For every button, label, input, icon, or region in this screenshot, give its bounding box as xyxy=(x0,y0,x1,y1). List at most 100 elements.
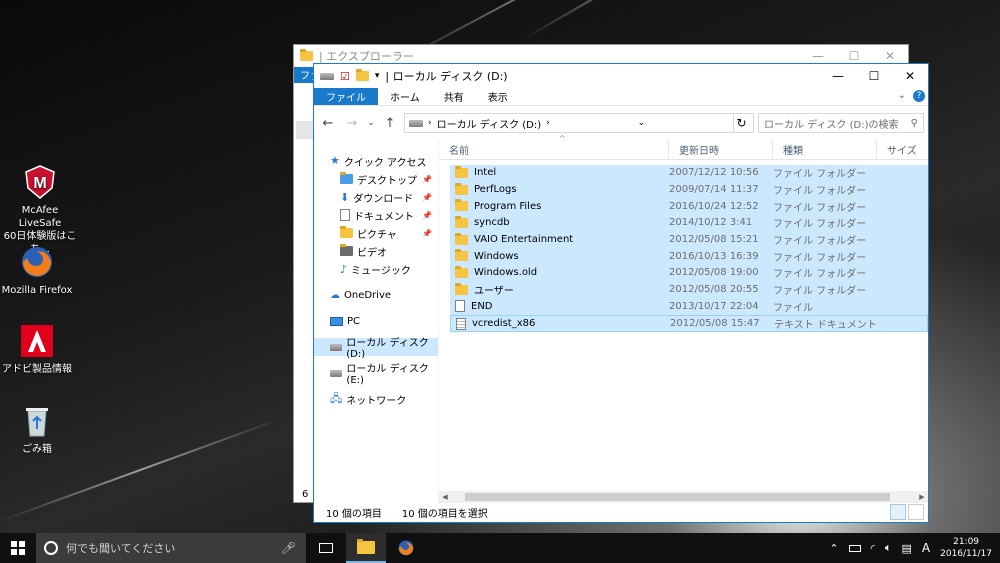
desktop-icon-firefox[interactable]: Mozilla Firefox xyxy=(0,244,77,297)
table-row[interactable]: VAIO Entertainment 2012/05/08 15:21 ファイル フ… xyxy=(450,231,928,249)
table-row[interactable]: vcredist_x86 2012/05/08 15:47 テキスト ドキュメント xyxy=(450,315,928,332)
file-name-cell: syncdb xyxy=(439,215,669,229)
folder-icon xyxy=(455,282,468,295)
search-icon: ⚲ xyxy=(910,117,918,129)
breadcrumb-chevron-icon[interactable]: › xyxy=(428,118,432,128)
minimize-button[interactable]: — xyxy=(820,64,856,88)
sidebar-item-network[interactable]: 🖧 ネットワーク xyxy=(314,390,438,408)
desktop-icon-label: Mozilla Firefox xyxy=(1,285,73,296)
search-input[interactable]: ローカル ディスク (D:)の検索 ⚲ xyxy=(758,113,924,133)
sidebar-item-onedrive[interactable]: ☁ OneDrive xyxy=(314,286,438,304)
status-bar: 10 個の項目 10 個の項目を選択 xyxy=(314,503,928,522)
file-type: テキスト ドキュメント xyxy=(774,320,877,332)
chevron-up-icon[interactable]: ⌃ xyxy=(829,542,838,555)
column-header-size[interactable]: サイズ xyxy=(877,140,928,159)
sidebar-item-quick-access[interactable]: ★ クイック アクセス xyxy=(314,152,438,170)
table-row[interactable]: Windows.old 2012/05/08 19:00 ファイル フォルダー xyxy=(450,265,928,282)
new-folder-icon[interactable] xyxy=(355,69,369,81)
item-count: 10 個の項目 xyxy=(326,509,382,520)
sidebar-item-music[interactable]: ♪ ミュージック xyxy=(314,260,438,278)
battery-icon[interactable] xyxy=(848,544,861,552)
tab-home[interactable]: ホーム xyxy=(378,88,432,105)
column-header-type[interactable]: 種類 xyxy=(773,140,877,159)
pin-icon: 📌 xyxy=(422,174,432,184)
refresh-icon[interactable]: ↻ xyxy=(732,113,749,133)
address-dropdown-icon[interactable]: ⌄ xyxy=(638,118,646,128)
desktop-icon-mcafee[interactable]: M McAfee LiveSafe 60日体験版はこち... xyxy=(0,164,80,256)
ime-indicator[interactable]: A xyxy=(922,541,930,555)
table-row[interactable]: Windows 2016/10/13 16:39 ファイル フォルダー xyxy=(450,248,928,266)
taskbar-firefox-button[interactable] xyxy=(386,533,426,563)
tab-file[interactable]: ファイル xyxy=(314,88,378,105)
file-name-cell: END xyxy=(439,300,669,313)
folder-icon xyxy=(455,232,468,245)
microphone-icon[interactable]: 🎤︎ xyxy=(281,541,296,555)
sidebar-item-pc[interactable]: PC xyxy=(314,312,438,330)
folder-icon xyxy=(455,249,468,262)
mcafee-icon: M xyxy=(22,164,58,200)
sidebar-item-videos[interactable]: ビデオ xyxy=(314,242,438,260)
forward-button[interactable]: → xyxy=(342,113,362,133)
column-header-date[interactable]: 更新日時 xyxy=(669,140,773,159)
sidebar-item-label: ミュージック xyxy=(351,265,411,277)
help-icon[interactable]: ? xyxy=(913,90,925,102)
file-name: syncdb xyxy=(474,217,510,229)
firefox-icon xyxy=(398,540,414,556)
expand-ribbon-icon[interactable]: ⌄ xyxy=(898,90,906,101)
quick-access-dropdown-icon[interactable]: ▾ xyxy=(375,71,380,81)
table-row[interactable]: PerfLogs 2009/07/14 11:37 ファイル フォルダー xyxy=(450,181,928,199)
maximize-button[interactable]: ☐ xyxy=(856,64,892,88)
column-header-name[interactable]: 名前 xyxy=(439,140,669,159)
table-row[interactable]: syncdb 2014/10/12 3:41 ファイル フォルダー xyxy=(450,215,928,232)
scrollbar-thumb[interactable] xyxy=(465,493,890,501)
folder-icon xyxy=(455,199,468,212)
table-row[interactable]: ユーザー 2012/05/08 20:55 ファイル フォルダー xyxy=(450,281,928,299)
sidebar-item-drive-d[interactable]: ローカル ディスク (D:) xyxy=(314,338,438,360)
large-icons-view-button[interactable] xyxy=(908,504,924,520)
desktop-icon-adobe[interactable]: アドビ製品情報 xyxy=(0,323,77,376)
taskbar-explorer-button[interactable] xyxy=(346,533,386,563)
clock[interactable]: 21:09 2016/11/17 xyxy=(940,536,992,560)
sidebar-item-label: OneDrive xyxy=(344,289,392,301)
close-button[interactable]: ✕ xyxy=(892,64,928,88)
cortana-search-box[interactable]: 何でも聞いてください 🎤︎ xyxy=(36,533,306,563)
sidebar-item-documents[interactable]: ドキュメント 📌 xyxy=(314,206,438,224)
table-row[interactable]: END 2013/10/17 22:04 ファイル xyxy=(450,298,928,316)
properties-icon[interactable]: ☑ xyxy=(340,70,350,83)
desktop-icon-recycle-bin[interactable]: ごみ箱 xyxy=(0,403,77,456)
volume-icon[interactable]: 🔈︎ xyxy=(885,541,892,555)
desktop-folder-icon xyxy=(340,172,353,184)
start-button[interactable] xyxy=(0,533,36,563)
folder-icon xyxy=(455,215,468,228)
explorer-window[interactable]: ☑ ▾ | ローカル ディスク (D:) — ☐ ✕ ファイル ホーム 共有 表… xyxy=(313,63,929,523)
table-row[interactable]: Program Files 2016/10/24 12:52 ファイル フォルダー xyxy=(450,198,928,216)
up-button[interactable]: ↑ xyxy=(380,113,400,133)
horizontal-scrollbar[interactable]: ◀ ▶ xyxy=(439,491,928,503)
music-icon: ♪ xyxy=(340,262,348,276)
ribbon-tab-file[interactable]: ファ xyxy=(294,67,314,83)
pin-icon: 📌 xyxy=(422,228,432,238)
scroll-left-icon[interactable]: ◀ xyxy=(439,493,451,501)
table-row[interactable]: Intel 2007/12/12 10:56 ファイル フォルダー xyxy=(450,165,928,182)
recent-locations-icon[interactable]: ⌄ xyxy=(366,113,376,133)
back-button[interactable]: ← xyxy=(318,113,338,133)
details-view-button[interactable] xyxy=(890,504,906,520)
task-view-button[interactable] xyxy=(306,533,346,563)
sidebar-item-drive-e[interactable]: ローカル ディスク (E:) xyxy=(314,364,438,386)
notification-icon[interactable]: ▤ xyxy=(902,542,912,555)
folder-icon xyxy=(455,165,468,178)
wifi-icon[interactable]: ◜ xyxy=(871,542,875,555)
folder-icon xyxy=(455,265,468,278)
file-type: ファイル フォルダー xyxy=(773,219,867,231)
scroll-right-icon[interactable]: ▶ xyxy=(916,493,928,501)
sidebar-item-pictures[interactable]: ピクチャ 📌 xyxy=(314,224,438,242)
sidebar-item-label: ローカル ディスク (E:) xyxy=(346,364,429,386)
tab-view[interactable]: 表示 xyxy=(476,88,520,105)
breadcrumb[interactable]: ローカル ディスク (D:) xyxy=(437,116,542,131)
tab-share[interactable]: 共有 xyxy=(432,88,476,105)
sidebar-item-desktop[interactable]: デスクトップ 📌 xyxy=(314,170,438,188)
firefox-icon xyxy=(19,244,55,280)
address-bar[interactable]: › ローカル ディスク (D:) › ⌄ ↻ xyxy=(404,113,754,133)
breadcrumb-chevron-icon[interactable]: › xyxy=(546,118,550,128)
sidebar-item-downloads[interactable]: ⬇ ダウンロード 📌 xyxy=(314,188,438,206)
